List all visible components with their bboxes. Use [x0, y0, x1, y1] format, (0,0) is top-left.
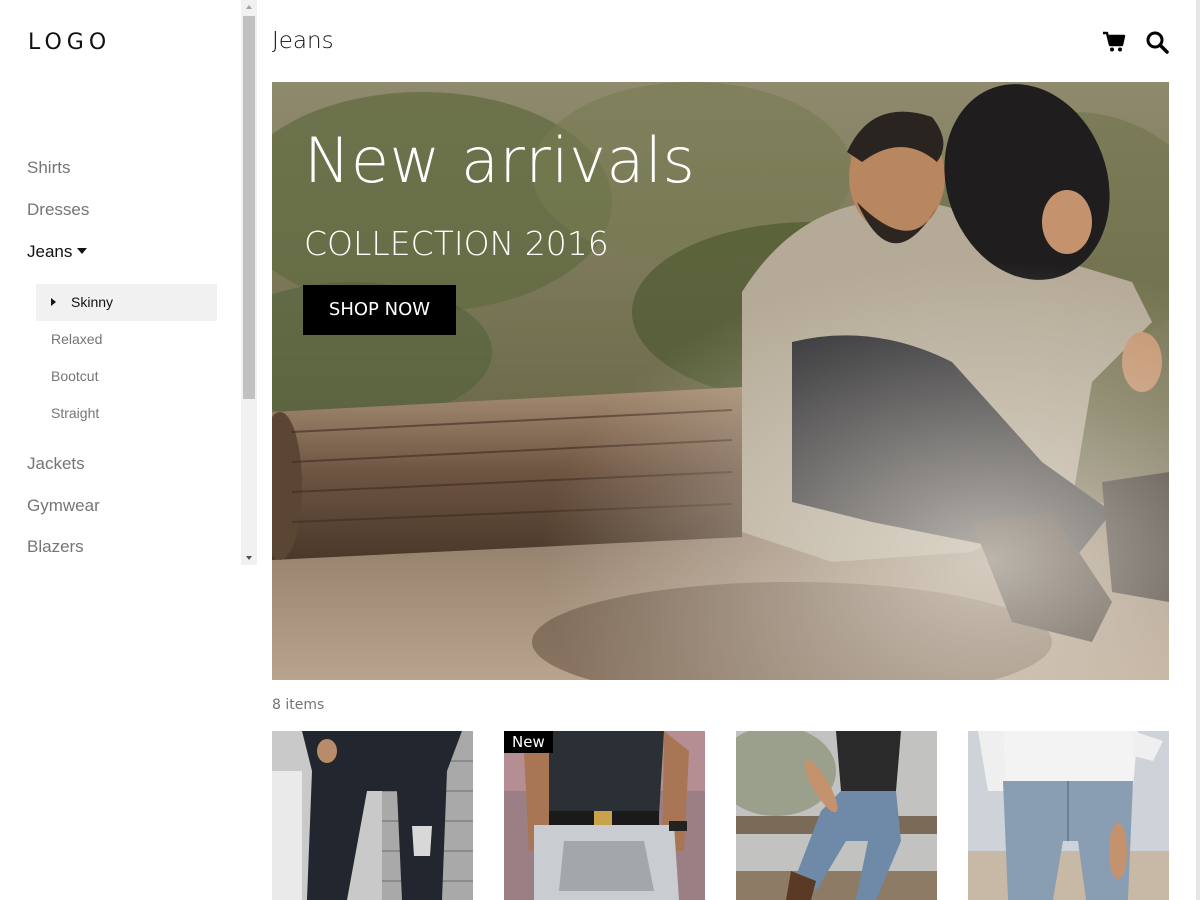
product-card[interactable]: New	[504, 731, 705, 900]
subnav-item-relaxed[interactable]: Relaxed	[51, 331, 102, 347]
sidebar-scrollbar[interactable]	[241, 0, 257, 565]
sidebar-item-jackets[interactable]: Jackets	[27, 454, 85, 474]
product-card[interactable]	[968, 731, 1169, 900]
cart-icon[interactable]	[1102, 30, 1126, 54]
sidebar-item-jeans[interactable]: Jeans	[27, 242, 88, 262]
sidebar-item-label: Jeans	[27, 242, 73, 261]
product-image	[504, 731, 705, 900]
caret-down-icon	[77, 247, 88, 254]
items-count: 8 items	[272, 697, 325, 713]
hero-title: New arrivals	[304, 124, 696, 197]
scroll-down-arrow-icon[interactable]	[246, 556, 252, 560]
subnav-item-skinny[interactable]: Skinny	[36, 284, 217, 321]
product-image	[968, 731, 1169, 900]
product-card[interactable]	[736, 731, 937, 900]
sidebar-item-shirts[interactable]: Shirts	[27, 158, 70, 178]
sidebar-item-dresses[interactable]: Dresses	[27, 200, 89, 220]
caret-right-icon	[51, 298, 56, 306]
sidebar-item-gymwear[interactable]: Gymwear	[27, 496, 100, 516]
page-title: Jeans	[272, 28, 334, 54]
hero-banner[interactable]: New arrivals COLLECTION 2016 SHOP NOW	[272, 82, 1169, 680]
shop-now-button[interactable]: SHOP NOW	[303, 285, 456, 335]
logo[interactable]: LOGO	[28, 30, 111, 55]
product-image	[272, 731, 473, 900]
product-card[interactable]	[272, 731, 473, 900]
subnav-item-bootcut[interactable]: Bootcut	[51, 368, 98, 384]
subnav-item-straight[interactable]: Straight	[51, 405, 99, 421]
scrollbar-thumb[interactable]	[243, 16, 255, 399]
product-badge: New	[504, 731, 553, 753]
sidebar: LOGO Shirts Dresses Jeans Skinny Relaxed…	[0, 0, 257, 900]
sidebar-item-blazers[interactable]: Blazers	[27, 537, 84, 557]
hero-subtitle: COLLECTION 2016	[304, 224, 609, 263]
search-icon[interactable]	[1145, 30, 1169, 54]
subnav-item-label: Skinny	[71, 294, 114, 310]
product-image	[736, 731, 937, 900]
scroll-up-arrow-icon[interactable]	[246, 5, 252, 9]
page-scrollbar[interactable]	[1196, 0, 1200, 900]
